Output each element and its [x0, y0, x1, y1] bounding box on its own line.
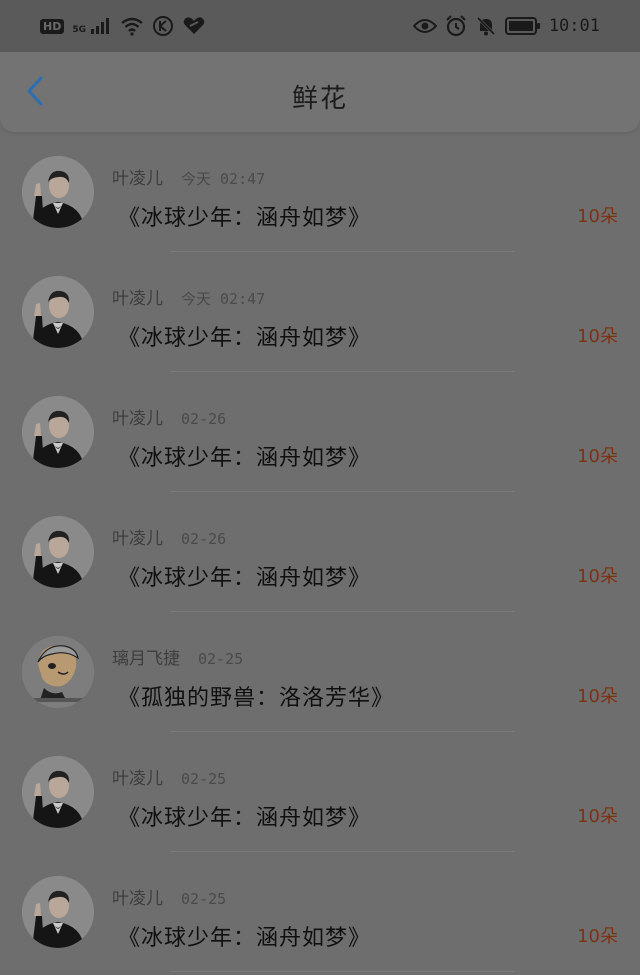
flower-count: 10朵 [577, 206, 618, 227]
avatar[interactable] [22, 756, 94, 828]
status-right: 10:01 [412, 15, 600, 37]
timestamp: 02-26 [181, 530, 227, 548]
item-meta: 叶凌儿 02-26 [112, 524, 226, 549]
list-item[interactable]: 叶凌儿 今天 02:47 《冰球少年：涵舟如梦》 10朵 [0, 132, 640, 252]
user-name[interactable]: 叶凌儿 [112, 764, 163, 789]
list-item[interactable]: 璃月飞捷 02-25 《孤独的野兽：洛洛芳华》 10朵 [0, 612, 640, 732]
timestamp: 02-25 [181, 770, 227, 788]
list-item[interactable]: 叶凌儿 今天 02:47 《冰球少年：涵舟如梦》 10朵 [0, 252, 640, 372]
flower-count: 10朵 [577, 806, 618, 827]
item-meta: 叶凌儿 02-26 [112, 404, 226, 429]
list-item[interactable]: 叶凌儿 02-26 《冰球少年：涵舟如梦》 10朵 [0, 492, 640, 612]
item-meta: 叶凌儿 今天 02:47 [112, 284, 265, 309]
timestamp: 今天 02:47 [181, 290, 266, 308]
user-name[interactable]: 叶凌儿 [112, 404, 163, 429]
avatar[interactable] [22, 876, 94, 948]
mute-bell-icon [475, 15, 497, 37]
user-name[interactable]: 叶凌儿 [112, 164, 163, 189]
nav-bar: 鲜花 [0, 52, 640, 132]
clock: 10:01 [548, 16, 600, 36]
work-title[interactable]: 《冰球少年：涵舟如梦》 [118, 800, 371, 832]
man-in-tuxedo-image [22, 156, 94, 228]
avatar[interactable] [22, 636, 94, 708]
k-circle-icon [152, 15, 174, 37]
avatar[interactable] [22, 516, 94, 588]
timestamp: 02-25 [198, 650, 244, 668]
status-bar: HD 5G 10:01 [0, 0, 640, 52]
work-title[interactable]: 《冰球少年：涵舟如梦》 [118, 200, 371, 232]
user-name[interactable]: 叶凌儿 [112, 884, 163, 909]
man-in-tuxedo-image [22, 876, 94, 948]
man-in-tuxedo-image [22, 516, 94, 588]
item-meta: 叶凌儿 02-25 [112, 884, 226, 909]
timestamp: 今天 02:47 [181, 170, 266, 188]
heart-link-icon [182, 16, 206, 36]
work-title[interactable]: 《冰球少年：涵舟如梦》 [118, 560, 371, 592]
timestamp: 02-26 [181, 410, 227, 428]
alarm-icon [445, 15, 467, 37]
list-item[interactable]: 叶凌儿 02-25 《冰球少年：涵舟如梦》 10朵 [0, 732, 640, 852]
work-title[interactable]: 《冰球少年：涵舟如梦》 [118, 440, 371, 472]
page-title: 鲜花 [291, 84, 348, 114]
item-meta: 璃月飞捷 02-25 [112, 644, 243, 669]
flower-count: 10朵 [577, 686, 618, 707]
work-title[interactable]: 《孤独的野兽：洛洛芳华》 [118, 680, 394, 712]
user-name[interactable]: 叶凌儿 [112, 524, 163, 549]
wifi-icon [120, 16, 144, 36]
flower-count: 10朵 [577, 926, 618, 947]
flower-count: 10朵 [577, 566, 618, 587]
user-name[interactable]: 叶凌儿 [112, 284, 163, 309]
flower-count: 10朵 [577, 326, 618, 347]
work-title[interactable]: 《冰球少年：涵舟如梦》 [118, 320, 371, 352]
list-item[interactable]: 叶凌儿 02-25 《冰球少年：涵舟如梦》 10朵 [0, 852, 640, 972]
man-in-tuxedo-image [22, 276, 94, 348]
flower-list: 叶凌儿 今天 02:47 《冰球少年：涵舟如梦》 10朵 叶凌儿 今天 02:4… [0, 132, 640, 972]
flower-count: 10朵 [577, 446, 618, 467]
user-name[interactable]: 璃月飞捷 [112, 644, 180, 669]
timestamp: 02-25 [181, 890, 227, 908]
cartoon-face-image [22, 636, 94, 708]
hd-badge: HD [40, 18, 65, 34]
work-title[interactable]: 《冰球少年：涵舟如梦》 [118, 920, 371, 952]
avatar[interactable] [22, 156, 94, 228]
battery-icon [504, 16, 541, 36]
eye-icon [412, 17, 437, 35]
network-type: 5G [72, 25, 86, 35]
item-meta: 叶凌儿 今天 02:47 [112, 164, 265, 189]
item-meta: 叶凌儿 02-25 [112, 764, 226, 789]
man-in-tuxedo-image [22, 756, 94, 828]
avatar[interactable] [22, 396, 94, 468]
status-left: HD 5G [40, 15, 206, 37]
signal-icon [90, 17, 112, 35]
avatar[interactable] [22, 276, 94, 348]
man-in-tuxedo-image [22, 396, 94, 468]
list-item[interactable]: 叶凌儿 02-26 《冰球少年：涵舟如梦》 10朵 [0, 372, 640, 492]
